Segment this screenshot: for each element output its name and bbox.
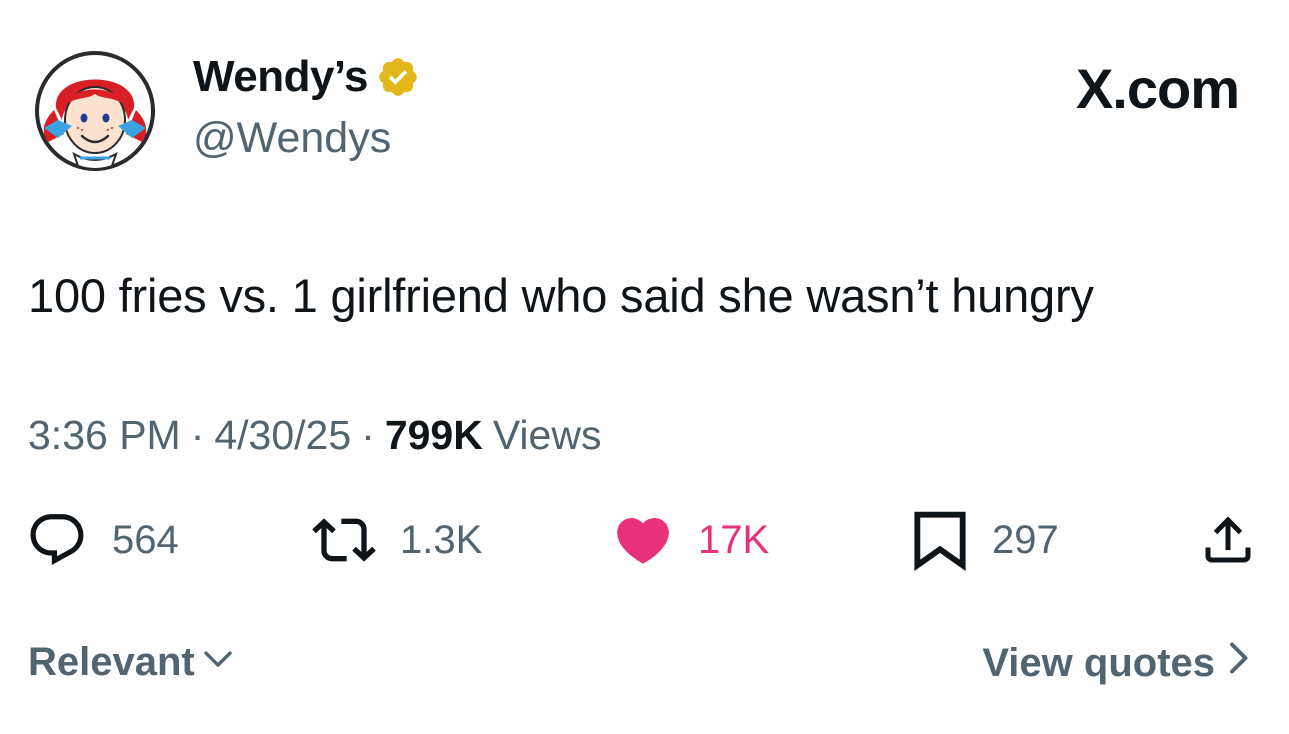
tweet-card: Wendy’s @Wendys X.com 100 fries vs. 1 gi… xyxy=(0,0,1289,734)
sort-label: Relevant xyxy=(28,640,195,684)
tweet-date[interactable]: 4/30/25 xyxy=(214,412,351,459)
tweet-time[interactable]: 3:36 PM xyxy=(28,412,181,459)
chevron-down-icon xyxy=(201,640,235,685)
views-label: Views xyxy=(492,412,602,458)
view-quotes-link[interactable]: View quotes xyxy=(982,640,1251,686)
bookmark-icon xyxy=(912,508,968,572)
repost-button[interactable]: 1.3K xyxy=(312,505,482,575)
like-count: 17K xyxy=(698,517,770,562)
repost-icon xyxy=(312,508,376,572)
meta-separator: · xyxy=(361,412,375,458)
share-button[interactable] xyxy=(1198,505,1258,575)
brand-wordmark: X.com xyxy=(1075,57,1240,120)
verified-badge-icon xyxy=(376,55,420,99)
share-icon xyxy=(1198,510,1258,570)
view-quotes-label: View quotes xyxy=(982,640,1215,685)
avatar[interactable] xyxy=(34,50,156,172)
repost-count: 1.3K xyxy=(400,517,483,562)
bookmark-button[interactable]: 297 xyxy=(912,505,1059,575)
sort-replies-dropdown[interactable]: Relevant xyxy=(28,640,235,685)
display-name[interactable]: Wendy’s xyxy=(193,52,369,102)
reply-icon xyxy=(26,509,88,571)
reply-button[interactable]: 564 xyxy=(26,505,179,575)
bookmark-count: 297 xyxy=(992,517,1059,562)
user-handle[interactable]: @Wendys xyxy=(193,114,391,163)
like-button[interactable]: 17K xyxy=(612,505,769,575)
tweet-text: 100 fries vs. 1 girlfriend who said she … xyxy=(28,269,1094,322)
action-bar: 564 1.3K 17K 297 xyxy=(0,505,1289,575)
heart-icon xyxy=(612,509,674,571)
reply-count: 564 xyxy=(112,517,179,562)
chevron-right-icon xyxy=(1225,640,1251,686)
meta-separator: · xyxy=(190,412,205,458)
views-count: 799K xyxy=(384,412,483,458)
tweet-meta: 3:36 PM · 4/30/25 · 799K Views xyxy=(28,412,601,459)
author-name-row[interactable]: Wendy’s xyxy=(193,52,420,102)
